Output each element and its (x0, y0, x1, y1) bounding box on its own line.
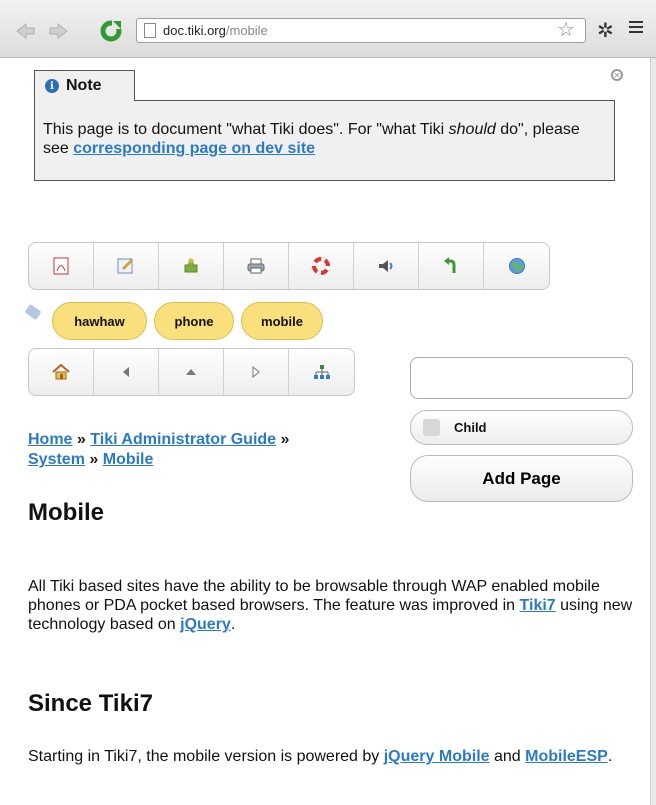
tiki7-link[interactable]: Tiki7 (520, 597, 556, 614)
checkbox-box[interactable] (423, 419, 440, 436)
breadcrumb-separator: » (76, 431, 86, 448)
section-text-2: and (489, 748, 526, 765)
print-icon[interactable] (224, 243, 289, 289)
bookmark-star-icon[interactable]: ☆ (557, 19, 575, 41)
tag-mobile[interactable]: mobile (241, 302, 323, 340)
jquery-mobile-link[interactable]: jQuery Mobile (384, 748, 490, 765)
breadcrumb-home[interactable]: Home (28, 431, 72, 448)
note-text: This page is to document "what Tiki does… (43, 121, 449, 138)
scrollbar[interactable] (650, 58, 656, 805)
globe-icon[interactable] (484, 243, 549, 289)
section-heading: Since Tiki7 (28, 690, 153, 717)
sitemap-icon[interactable] (289, 349, 354, 395)
intro-text-3: . (230, 616, 236, 633)
edit-icon[interactable] (94, 243, 159, 289)
breadcrumb-admin-guide[interactable]: Tiki Administrator Guide (90, 431, 276, 448)
intro-paragraph: All Tiki based sites have the ability to… (28, 577, 638, 634)
section-text: Starting in Tiki7, the mobile version is… (28, 748, 384, 765)
add-page-button[interactable]: Add Page (410, 455, 633, 502)
arrow-up-icon[interactable] (159, 349, 224, 395)
back-icon[interactable] (14, 20, 36, 42)
reload-icon[interactable] (100, 20, 122, 42)
note-title: Note (66, 77, 102, 94)
page-actions-toolbar (28, 242, 550, 290)
breadcrumb: Home » Tiki Administrator Guide » System… (28, 430, 388, 470)
arrow-right-icon[interactable] (224, 349, 289, 395)
plugin-icon[interactable] (159, 243, 224, 289)
page-title: Mobile (28, 499, 104, 526)
close-icon[interactable]: ✕ (611, 69, 623, 81)
page-icon (144, 23, 156, 38)
speaker-icon[interactable] (354, 243, 419, 289)
note-box: This page is to document "what Tiki does… (34, 100, 615, 181)
url-host: doc.tiki.org (163, 23, 226, 38)
info-icon: i (45, 79, 59, 93)
pdf-icon[interactable] (29, 243, 94, 289)
breadcrumb-separator: » (89, 451, 99, 468)
forward-icon[interactable] (48, 20, 70, 42)
home-icon[interactable] (29, 349, 94, 395)
mobileesp-link[interactable]: MobileESP (525, 748, 608, 765)
note-tab: i Note (34, 70, 135, 101)
menu-icon[interactable] (629, 21, 643, 36)
note-emphasis: should (448, 121, 496, 138)
tag-hawhaw[interactable]: hawhaw (52, 302, 147, 340)
section-paragraph: Starting in Tiki7, the mobile version is… (28, 747, 638, 766)
child-checkbox[interactable]: Child (410, 410, 633, 445)
url-path: /mobile (225, 23, 268, 38)
structure-nav-toolbar (28, 348, 355, 396)
arrow-left-icon[interactable] (94, 349, 159, 395)
intro-text: All Tiki based sites have the ability to… (28, 578, 600, 614)
new-page-name-input[interactable] (410, 357, 633, 399)
breadcrumb-separator: » (280, 431, 290, 448)
address-bar[interactable]: doc.tiki.org/mobile (136, 18, 586, 43)
browser-toolbar: doc.tiki.org/mobile ☆ ✲ (0, 0, 656, 58)
child-label: Child (454, 420, 487, 435)
dev-site-link[interactable]: corresponding page on dev site (73, 140, 315, 157)
breadcrumb-system[interactable]: System (28, 451, 85, 468)
jquery-link[interactable]: jQuery (180, 616, 231, 633)
tag-phone[interactable]: phone (154, 302, 234, 340)
lifesaver-icon[interactable] (289, 243, 354, 289)
section-text-3: . (607, 748, 613, 765)
extension-icon[interactable]: ✲ (597, 18, 614, 43)
undo-arrow-icon[interactable] (419, 243, 484, 289)
tag-icon (24, 303, 42, 321)
breadcrumb-mobile[interactable]: Mobile (103, 451, 154, 468)
